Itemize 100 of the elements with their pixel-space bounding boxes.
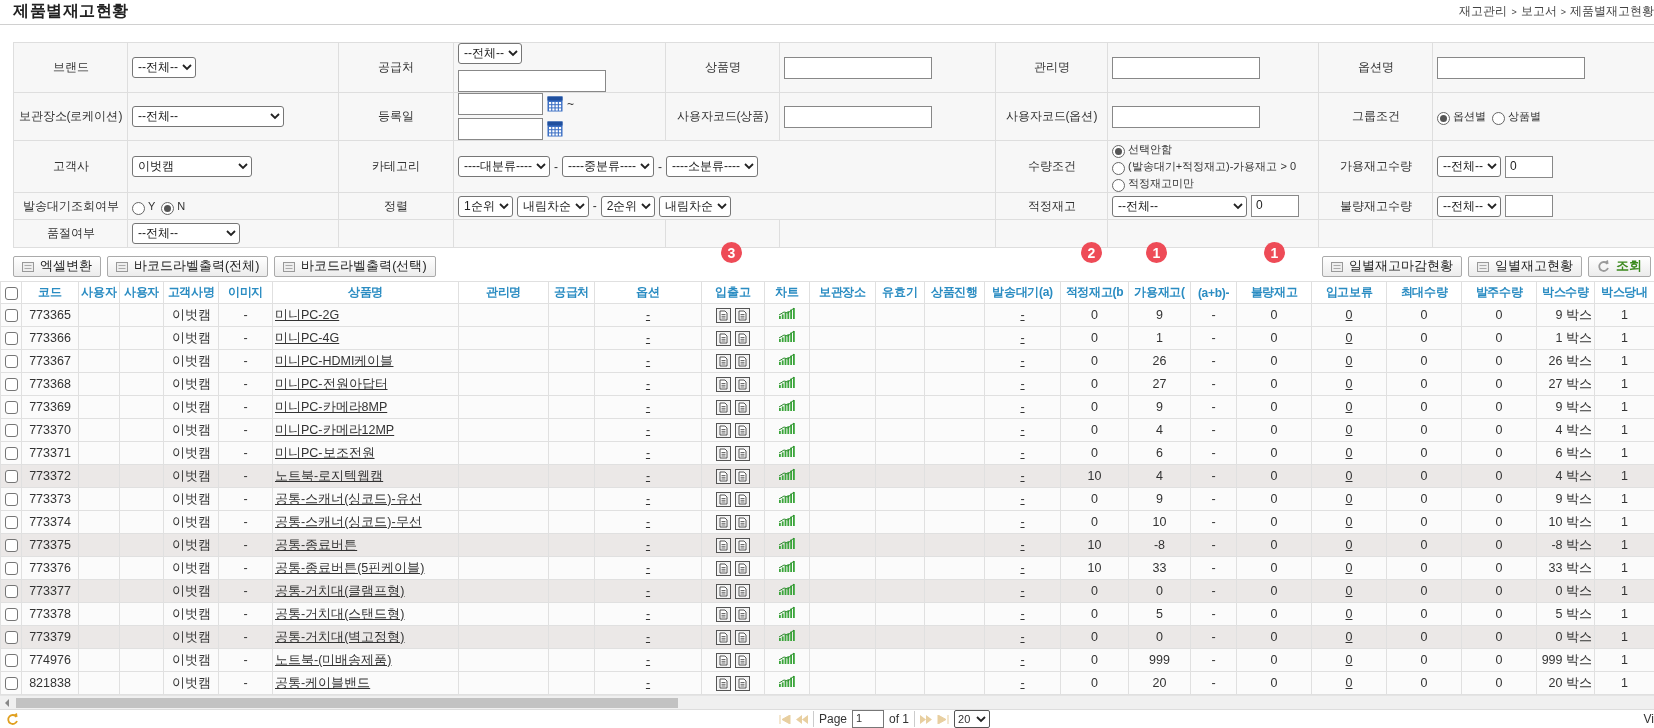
document-icon[interactable] [716,377,731,392]
document-icon[interactable] [735,377,750,392]
document-icon[interactable] [716,630,731,645]
radio-option[interactable]: 상품별 [1492,108,1541,126]
radio-option[interactable]: N [161,197,186,215]
bar-chart-icon[interactable] [778,352,796,367]
document-icon[interactable] [716,400,731,415]
table-link[interactable]: - [1020,331,1025,346]
column-header[interactable]: 유효기 [875,281,925,304]
table-link[interactable]: 0 [1345,653,1353,668]
document-icon[interactable] [735,561,750,576]
bar-chart-icon[interactable] [778,651,796,666]
table-link[interactable]: 0 [1345,584,1353,599]
checkbox[interactable] [4,516,18,530]
document-icon[interactable] [735,308,750,323]
table-row[interactable]: 773370 이벗캠 - 미니PC-카메라12MP - - 0 4 - 0 0 0 0 4 박스 1 [0,418,1654,442]
table-link[interactable]: 0 [1345,354,1353,369]
table-link[interactable]: 0 [1345,377,1353,392]
column-header[interactable]: 차트 [764,281,810,304]
bar-chart-icon[interactable] [778,444,796,459]
column-header[interactable]: 박스수량 [1536,281,1595,304]
table-link[interactable]: - [1020,354,1025,369]
table-link[interactable]: - [1020,446,1025,461]
document-icon[interactable] [716,515,731,530]
dropdown[interactable]: --전체-- [132,106,284,128]
column-header[interactable]: 최대수량 [1386,281,1462,304]
input-field[interactable] [784,105,932,128]
toolbar-button[interactable]: 일별재고마감현황 [1322,256,1462,278]
table-link[interactable]: - [1020,377,1025,392]
bar-chart-icon[interactable] [778,375,796,390]
column-header[interactable]: 불량재고 [1236,281,1312,304]
column-header[interactable]: 코드 [21,281,79,304]
bar-chart-icon[interactable] [778,559,796,574]
dropdown[interactable]: --전체-- [458,43,522,65]
table-link[interactable]: - [1020,308,1025,323]
table-link[interactable]: - [1020,630,1025,645]
search-button[interactable]: 조회 [1588,256,1651,278]
document-icon[interactable] [735,446,750,461]
checkbox[interactable] [4,332,18,346]
table-row[interactable]: 773365 이벗캠 - 미니PC-2G - - 0 9 - 0 0 0 0 9 박스 1 [0,303,1654,327]
column-header[interactable]: 사용자 [119,281,164,304]
breadcrumb-item[interactable]: 제품별재고현황 [1570,3,1654,20]
document-icon[interactable] [716,676,731,691]
document-icon[interactable] [716,354,731,369]
table-link[interactable]: - [645,584,651,599]
table-link[interactable]: 0 [1345,400,1353,415]
document-icon[interactable] [716,653,731,668]
table-row[interactable]: 821838 이벗캠 - 공통-케이블밴드 - - 0 20 - 0 0 0 0 20 박스 1 [0,671,1654,695]
table-link[interactable]: - [645,653,651,668]
refresh-icon[interactable] [1597,260,1610,274]
dropdown[interactable]: --전체-- [132,223,240,245]
column-header[interactable]: 입출고 [701,281,765,304]
checkbox[interactable] [4,585,18,599]
table-link[interactable]: 0 [1345,515,1353,530]
radio-option[interactable]: 선택안함 [1112,141,1172,159]
table-link[interactable]: - [1020,515,1025,530]
document-icon[interactable] [735,400,750,415]
highlighted-row[interactable]: 773377 이벗캠 - 공통-거치대(클램프형) - - 0 0 - 0 0 0 0 0 박스 1 [0,579,1654,603]
breadcrumb-item[interactable]: 재고관리 [1459,3,1508,20]
column-header[interactable]: 사용자 [78,281,120,304]
toolbar-button[interactable]: 엑셀변환 [13,256,101,278]
table-row[interactable]: 773368 이벗캠 - 미니PC-전원아답터 - - 0 27 - 0 0 0 0 27 박스 1 [0,372,1654,396]
page-number-field[interactable]: 1 [852,710,885,728]
bar-chart-icon[interactable] [778,674,796,689]
table-row[interactable]: 773367 이벗캠 - 미니PC-HDMI케이블 - - 0 26 - 0 0 0 0 26 박스 1 [0,349,1654,373]
bar-chart-icon[interactable] [778,398,796,413]
checkbox[interactable] [4,539,18,553]
table-link[interactable]: - [645,515,651,530]
table-link[interactable]: - [1020,469,1025,484]
checkbox[interactable] [4,287,18,301]
table-link[interactable]: - [1020,561,1025,576]
calendar-icon[interactable] [547,121,563,138]
table-link[interactable]: 0 [1345,469,1353,484]
column-header[interactable]: (a+b)- [1190,281,1237,304]
document-icon[interactable] [716,446,731,461]
toolbar-button[interactable]: 바코드라벨출력(전체) [107,256,269,278]
bar-chart-icon[interactable] [778,467,796,482]
column-header[interactable]: 관리명 [458,281,549,304]
dropdown[interactable]: --전체-- [132,57,196,79]
radio-option[interactable]: (발송대기+적정재고)-가용재고 > 0 [1112,158,1297,176]
document-icon[interactable] [716,538,731,553]
document-icon[interactable] [735,331,750,346]
date-field[interactable] [458,93,543,116]
table-row[interactable]: 773376 이벗캠 - 공통-종료버튼(5핀케이블) - - 10 33 - 0 0 0 0 33 박스 1 [0,556,1654,580]
table-link[interactable]: - [645,492,651,507]
table-row[interactable]: 773373 이벗캠 - 공통-스캐너(싱코드)-유선 - - 0 9 - 0 0 0 0 9 박스 1 [0,487,1654,511]
checkbox[interactable] [4,424,18,438]
document-icon[interactable] [735,630,750,645]
table-link[interactable]: 0 [1345,538,1353,553]
breadcrumb-item[interactable]: 보고서 [1520,3,1557,20]
document-icon[interactable] [735,676,750,691]
document-icon[interactable] [735,515,750,530]
table-link[interactable]: - [1020,492,1025,507]
table-link[interactable]: 0 [1345,607,1353,622]
table-row[interactable]: 774976 이벗캠 - 노트북-(미배송제품) - - 0 999 - 0 0 0 0 999 박스 1 [0,648,1654,672]
highlighted-row[interactable]: 773372 이벗캠 - 노트북-로지텍웹캠 - - 10 4 - 0 0 0 0 4 박스 1 [0,464,1654,488]
table-link[interactable]: - [645,377,651,392]
table-link[interactable]: 0 [1345,423,1353,438]
table-link[interactable]: - [645,308,651,323]
table-link[interactable]: - [1020,400,1025,415]
